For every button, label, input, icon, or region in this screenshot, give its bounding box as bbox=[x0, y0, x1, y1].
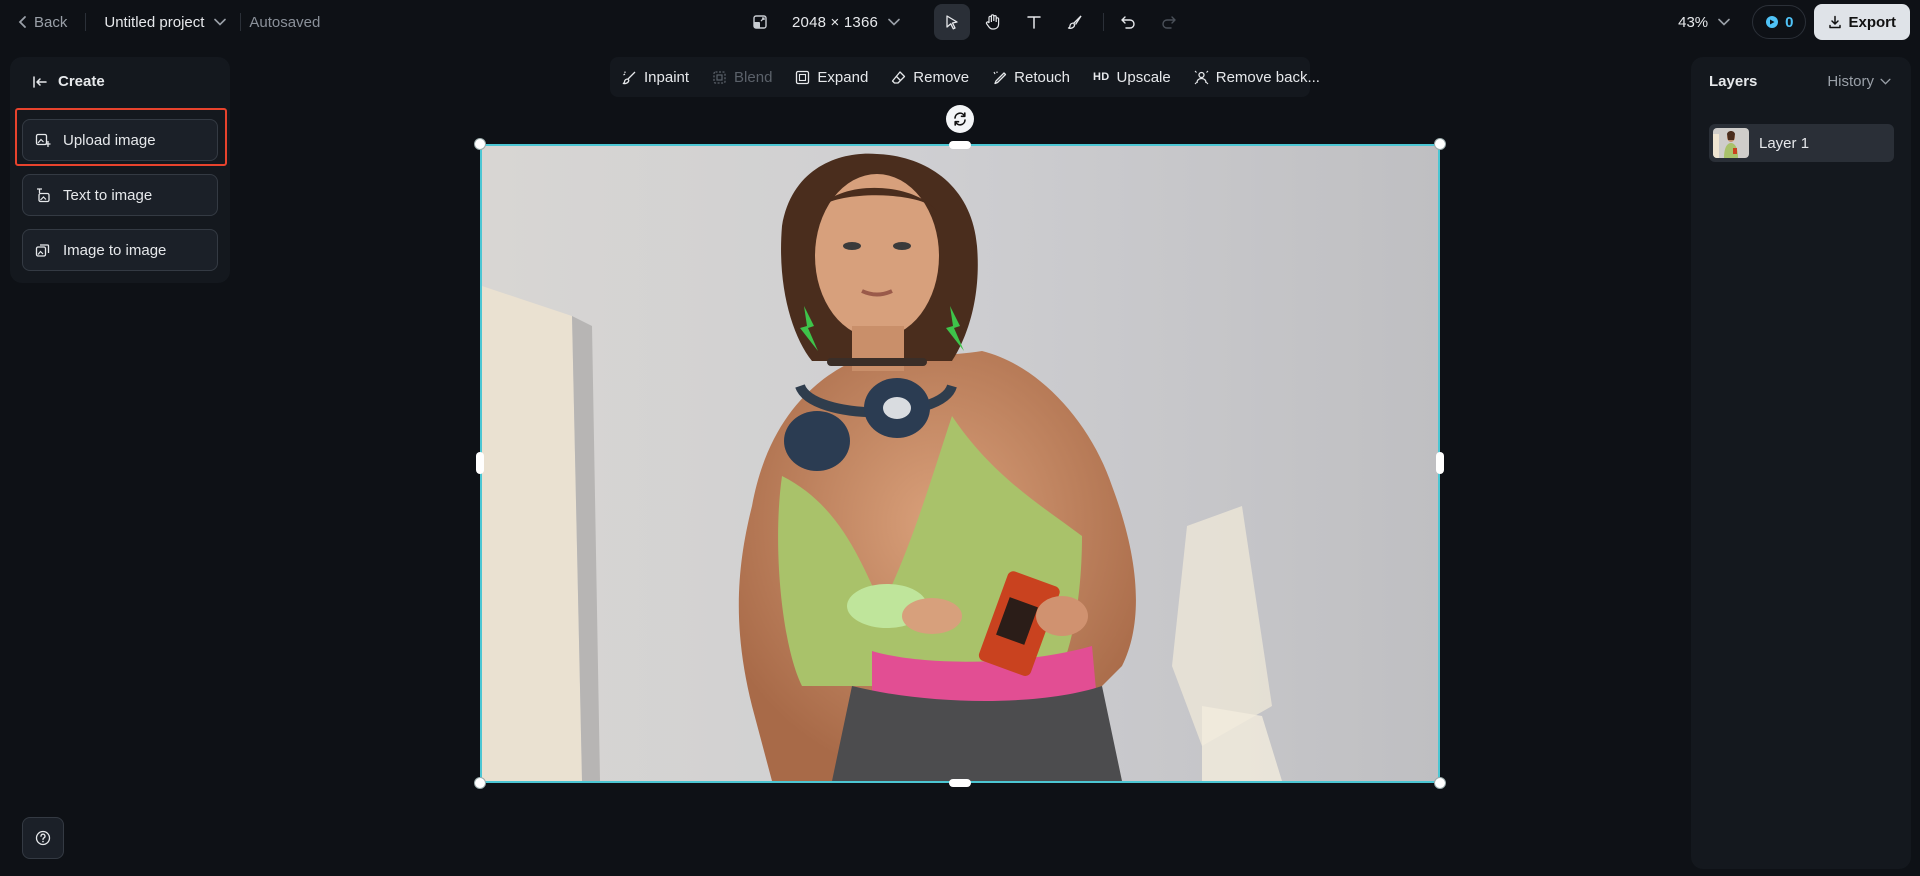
layers-tab[interactable]: Layers bbox=[1709, 73, 1757, 90]
layers-panel: Layers History Layer 1 bbox=[1691, 57, 1911, 869]
redo-button[interactable] bbox=[1151, 4, 1187, 40]
expand-button[interactable]: Expand bbox=[795, 69, 868, 86]
back-button[interactable]: Back bbox=[18, 14, 67, 31]
collapse-left-icon bbox=[33, 75, 47, 88]
inpaint-icon bbox=[622, 71, 636, 84]
help-icon bbox=[35, 830, 51, 846]
expand-label: Expand bbox=[817, 68, 869, 86]
chevron-down-icon bbox=[888, 18, 900, 26]
remove-background-button[interactable]: Remove back... bbox=[1194, 69, 1320, 86]
rotate-icon bbox=[954, 112, 966, 126]
text-to-image-label: Text to image bbox=[63, 186, 153, 204]
project-name: Untitled project bbox=[104, 13, 205, 31]
chevron-down-icon bbox=[214, 18, 227, 26]
inpaint-label: Inpaint bbox=[644, 68, 690, 86]
undo-button[interactable] bbox=[1110, 4, 1146, 40]
upload-image-highlight bbox=[15, 108, 227, 166]
download-icon bbox=[1829, 15, 1842, 29]
resize-handle-top[interactable] bbox=[949, 141, 971, 149]
select-tool[interactable] bbox=[934, 4, 970, 40]
hand-tool[interactable] bbox=[975, 4, 1011, 40]
image-to-image-icon bbox=[35, 244, 50, 257]
create-panel-header[interactable]: Create bbox=[32, 73, 105, 90]
layer-name: Layer 1 bbox=[1759, 134, 1810, 152]
layer-thumbnail bbox=[1713, 128, 1749, 158]
eraser-icon bbox=[892, 70, 906, 84]
blend-label: Blend bbox=[734, 68, 773, 86]
credits-count: 0 bbox=[1785, 13, 1794, 31]
text-to-image-icon bbox=[37, 188, 50, 203]
remove-label: Remove bbox=[913, 68, 970, 86]
undo-icon bbox=[1121, 16, 1135, 29]
chevron-down-icon bbox=[1880, 78, 1891, 85]
cursor-icon bbox=[946, 15, 958, 30]
layer-item[interactable]: Layer 1 bbox=[1709, 124, 1894, 162]
credits-icon bbox=[1766, 16, 1779, 28]
expand-icon bbox=[796, 70, 810, 84]
brush-icon bbox=[1067, 15, 1082, 29]
text-tool[interactable] bbox=[1016, 4, 1052, 40]
zoom-dropdown[interactable]: 43% bbox=[1678, 14, 1730, 31]
create-panel: Create Upload image Text to image Image … bbox=[10, 57, 230, 283]
remove-background-icon bbox=[1194, 70, 1209, 84]
hd-badge: HD bbox=[1093, 71, 1110, 83]
resize-handle-top-left[interactable] bbox=[474, 138, 486, 150]
redo-icon bbox=[1162, 16, 1176, 29]
back-label: Back bbox=[34, 13, 68, 31]
divider bbox=[1103, 13, 1104, 31]
export-button[interactable]: Export bbox=[1814, 4, 1910, 40]
chevron-left-icon bbox=[18, 16, 26, 28]
brush-tool[interactable] bbox=[1057, 4, 1093, 40]
blend-button[interactable]: Blend bbox=[712, 69, 772, 86]
top-bar: Back Untitled project Autosaved 2048 × 1… bbox=[0, 0, 1920, 44]
resize-handle-top-right[interactable] bbox=[1434, 138, 1446, 150]
project-name-dropdown[interactable]: Untitled project bbox=[104, 13, 227, 31]
text-to-image-button[interactable]: Text to image bbox=[22, 174, 218, 216]
remove-background-label: Remove back... bbox=[1215, 68, 1320, 86]
upscale-label: Upscale bbox=[1116, 68, 1171, 86]
zoom-level: 43% bbox=[1678, 13, 1709, 31]
inpaint-button[interactable]: Inpaint bbox=[622, 69, 689, 86]
create-panel-title: Create bbox=[58, 73, 105, 90]
resize-handle-bottom-left[interactable] bbox=[474, 777, 486, 789]
retouch-icon bbox=[993, 71, 1007, 84]
text-icon bbox=[1027, 16, 1041, 29]
image-to-image-button[interactable]: Image to image bbox=[22, 229, 218, 271]
autosave-status: Autosaved bbox=[249, 13, 321, 31]
retouch-button[interactable]: Retouch bbox=[992, 69, 1070, 86]
history-label: History bbox=[1827, 73, 1874, 90]
chevron-down-icon bbox=[1718, 18, 1730, 26]
resize-handle-right[interactable] bbox=[1436, 452, 1444, 474]
remove-button[interactable]: Remove bbox=[891, 69, 969, 86]
resize-handle-bottom[interactable] bbox=[949, 779, 971, 787]
selected-image-layer[interactable] bbox=[480, 144, 1440, 783]
blend-icon bbox=[713, 70, 726, 84]
credits-badge[interactable]: 0 bbox=[1752, 5, 1807, 39]
resize-handle-bottom-right[interactable] bbox=[1434, 777, 1446, 789]
edit-toolbar: Inpaint Blend Expand Remove Retouch HD U… bbox=[610, 57, 1320, 97]
hand-icon bbox=[985, 14, 1000, 30]
export-label: Export bbox=[1848, 13, 1896, 31]
history-dropdown[interactable]: History bbox=[1827, 73, 1891, 90]
image-to-image-label: Image to image bbox=[63, 241, 167, 259]
portrait-photo bbox=[482, 146, 1438, 781]
resize-handle-left[interactable] bbox=[476, 452, 484, 474]
divider bbox=[240, 13, 242, 31]
retouch-label: Retouch bbox=[1014, 68, 1071, 86]
rotate-handle[interactable] bbox=[946, 105, 974, 133]
canvas-size: 2048 × 1366 bbox=[792, 13, 879, 31]
resize-icon bbox=[753, 15, 767, 29]
upscale-button[interactable]: HD Upscale bbox=[1093, 69, 1171, 86]
help-button[interactable] bbox=[22, 817, 64, 859]
divider bbox=[85, 13, 87, 31]
canvas-size-dropdown[interactable]: 2048 × 1366 bbox=[752, 14, 900, 31]
